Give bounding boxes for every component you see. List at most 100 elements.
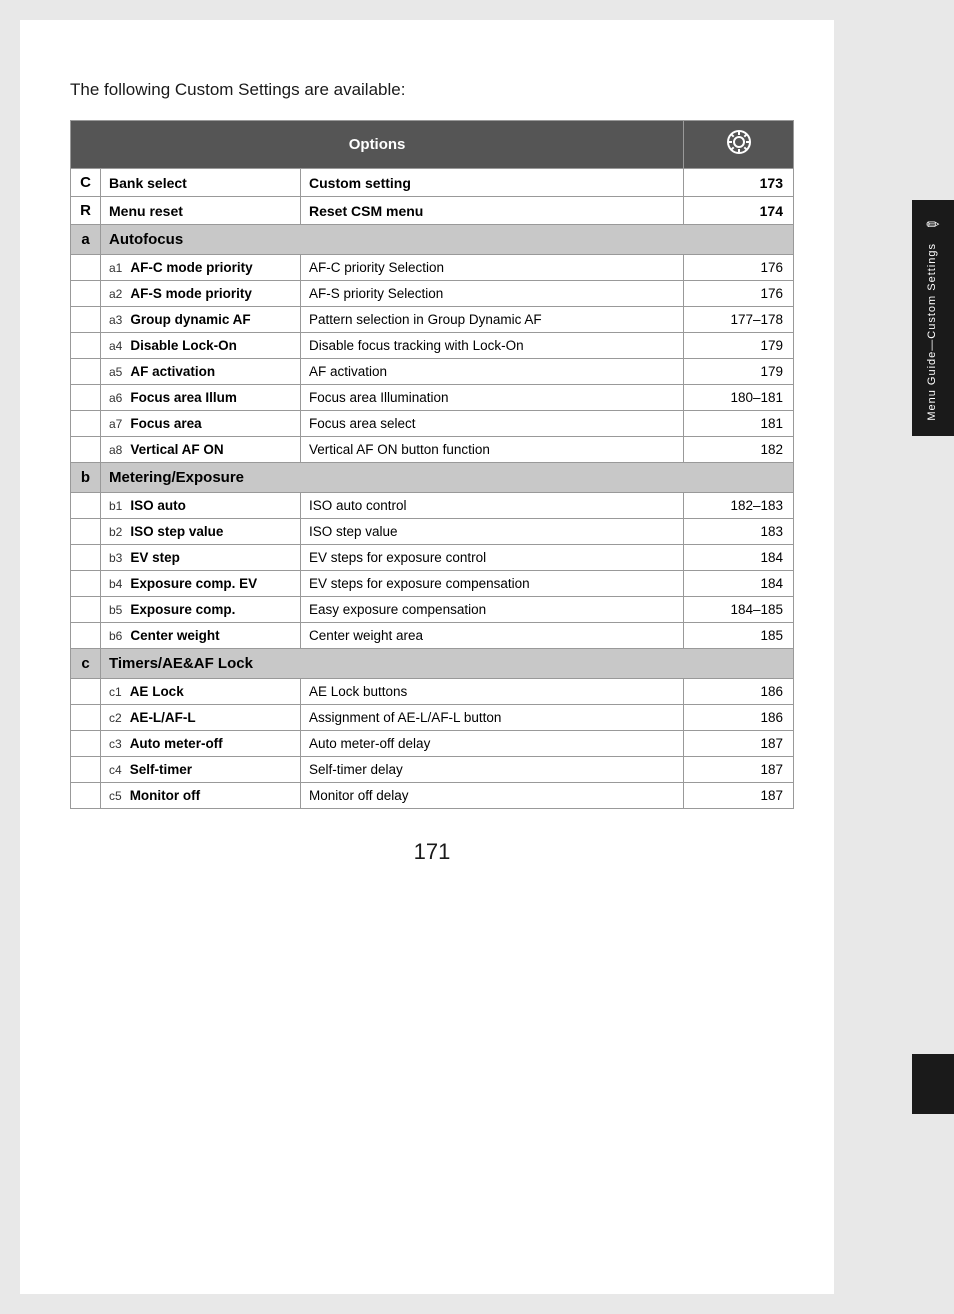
col3-desc: Focus area Illumination — [301, 385, 684, 411]
table-row: c5Monitor offMonitor off delay187 — [71, 783, 794, 809]
pencil-icon: ✏ — [926, 215, 939, 235]
section-header-row: bMetering/Exposure — [71, 463, 794, 493]
table-row: c1AE LockAE Lock buttons186 — [71, 679, 794, 705]
page-number: 171 — [70, 839, 794, 865]
table-body: CBank selectCustom setting173RMenu reset… — [71, 169, 794, 809]
col3-desc: AF-C priority Selection — [301, 255, 684, 281]
table-row: a5AF activationAF activation179 — [71, 359, 794, 385]
col4-page: 181 — [684, 411, 794, 437]
table-row: c3Auto meter-offAuto meter-off delay187 — [71, 731, 794, 757]
col1-spacer — [71, 597, 101, 623]
col1-spacer — [71, 731, 101, 757]
side-tab-label: Menu Guide—Custom Settings — [926, 243, 939, 421]
col1-spacer — [71, 679, 101, 705]
section-header-row: cTimers/AE&AF Lock — [71, 649, 794, 679]
col1-spacer — [71, 437, 101, 463]
main-category-row: CBank selectCustom setting173 — [71, 169, 794, 197]
category-desc: Custom setting — [301, 169, 684, 197]
col3-desc: Assignment of AE-L/AF-L button — [301, 705, 684, 731]
col1-spacer — [71, 571, 101, 597]
category-name: Bank select — [101, 169, 301, 197]
col2-code-name: b4Exposure comp. EV — [101, 571, 301, 597]
category-desc: Reset CSM menu — [301, 197, 684, 225]
col3-desc: Pattern selection in Group Dynamic AF — [301, 307, 684, 333]
category-page: 174 — [684, 197, 794, 225]
settings-table: Options — [70, 120, 794, 809]
table-row: a7Focus areaFocus area select181 — [71, 411, 794, 437]
col3-desc: AE Lock buttons — [301, 679, 684, 705]
col4-page: 184–185 — [684, 597, 794, 623]
col1-spacer — [71, 757, 101, 783]
col2-code-name: a3Group dynamic AF — [101, 307, 301, 333]
col2-code-name: b6Center weight — [101, 623, 301, 649]
col4-page: 176 — [684, 255, 794, 281]
col4-page: 184 — [684, 545, 794, 571]
table-header-row: Options — [71, 121, 794, 169]
col4-page: 187 — [684, 731, 794, 757]
icon-header — [684, 121, 794, 169]
col1-spacer — [71, 623, 101, 649]
section-name: Metering/Exposure — [101, 463, 794, 493]
col4-page: 180–181 — [684, 385, 794, 411]
col2-code-name: b3EV step — [101, 545, 301, 571]
col3-desc: Center weight area — [301, 623, 684, 649]
table-row: c4Self-timerSelf-timer delay187 — [71, 757, 794, 783]
col3-desc: Easy exposure compensation — [301, 597, 684, 623]
col1-spacer — [71, 545, 101, 571]
category-letter: R — [71, 197, 101, 225]
section-letter: b — [71, 463, 101, 493]
col2-code-name: a6Focus area Illum — [101, 385, 301, 411]
col2-code-name: a4Disable Lock-On — [101, 333, 301, 359]
col2-code-name: b2ISO step value — [101, 519, 301, 545]
section-header-row: aAutofocus — [71, 225, 794, 255]
table-row: b4Exposure comp. EVEV steps for exposure… — [71, 571, 794, 597]
options-header: Options — [71, 121, 684, 169]
category-letter: C — [71, 169, 101, 197]
category-page: 173 — [684, 169, 794, 197]
intro-text: The following Custom Settings are availa… — [70, 80, 794, 100]
col1-spacer — [71, 705, 101, 731]
col3-desc: Auto meter-off delay — [301, 731, 684, 757]
col1-spacer — [71, 411, 101, 437]
page-content: The following Custom Settings are availa… — [20, 20, 834, 1294]
col4-page: 179 — [684, 333, 794, 359]
table-row: b6Center weightCenter weight area185 — [71, 623, 794, 649]
side-tab: ✏ Menu Guide—Custom Settings — [894, 0, 954, 1314]
col3-desc: ISO auto control — [301, 493, 684, 519]
table-row: b1ISO autoISO auto control182–183 — [71, 493, 794, 519]
bookmark-tab: ✏ Menu Guide—Custom Settings — [912, 200, 954, 436]
col4-page: 186 — [684, 705, 794, 731]
table-row: b3EV stepEV steps for exposure control18… — [71, 545, 794, 571]
col3-desc: EV steps for exposure control — [301, 545, 684, 571]
col4-page: 184 — [684, 571, 794, 597]
col2-code-name: c3Auto meter-off — [101, 731, 301, 757]
table-row: a6Focus area IllumFocus area Illuminatio… — [71, 385, 794, 411]
col2-code-name: a2AF-S mode priority — [101, 281, 301, 307]
col3-desc: AF-S priority Selection — [301, 281, 684, 307]
table-row: a4Disable Lock-OnDisable focus tracking … — [71, 333, 794, 359]
col2-code-name: a5AF activation — [101, 359, 301, 385]
col3-desc: ISO step value — [301, 519, 684, 545]
col4-page: 187 — [684, 757, 794, 783]
table-row: c2AE-L/AF-LAssignment of AE-L/AF-L butto… — [71, 705, 794, 731]
col2-code-name: a8Vertical AF ON — [101, 437, 301, 463]
col3-desc: Disable focus tracking with Lock-On — [301, 333, 684, 359]
col2-code-name: a7Focus area — [101, 411, 301, 437]
col4-page: 187 — [684, 783, 794, 809]
bookmark-black-block — [912, 1054, 954, 1114]
category-name: Menu reset — [101, 197, 301, 225]
main-category-row: RMenu resetReset CSM menu174 — [71, 197, 794, 225]
col2-code-name: c1AE Lock — [101, 679, 301, 705]
col4-page: 182–183 — [684, 493, 794, 519]
table-row: b5Exposure comp.Easy exposure compensati… — [71, 597, 794, 623]
col1-spacer — [71, 333, 101, 359]
col1-spacer — [71, 307, 101, 333]
col1-spacer — [71, 359, 101, 385]
col2-code-name: b1ISO auto — [101, 493, 301, 519]
section-name: Autofocus — [101, 225, 794, 255]
col1-spacer — [71, 519, 101, 545]
settings-icon — [725, 128, 753, 156]
table-row: a1AF-C mode priorityAF-C priority Select… — [71, 255, 794, 281]
col3-desc: Self-timer delay — [301, 757, 684, 783]
col2-code-name: c4Self-timer — [101, 757, 301, 783]
